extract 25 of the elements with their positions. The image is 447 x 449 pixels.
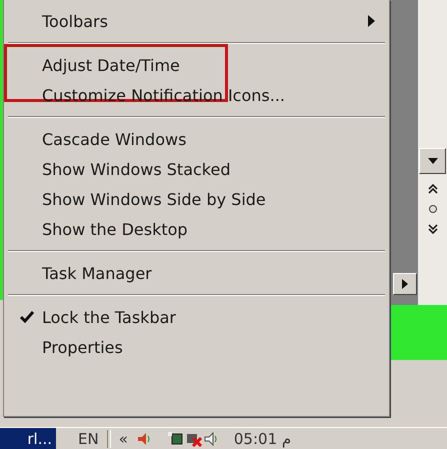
submenu-arrow-icon (368, 15, 375, 27)
menu-item[interactable]: Properties (6, 332, 387, 362)
scroll-down-icon[interactable] (428, 224, 438, 234)
menu-item[interactable]: Task Manager (6, 258, 387, 288)
tray-expand-button[interactable]: « (118, 430, 128, 448)
taskbar-button[interactable]: rl... (0, 428, 56, 449)
down-arrow-icon (428, 158, 438, 164)
clock[interactable]: 05:01 م (234, 430, 292, 448)
circle-icon[interactable] (428, 204, 438, 214)
menu-item[interactable]: Show Windows Side by Side (6, 184, 387, 214)
scroll-right-button[interactable] (393, 273, 417, 295)
menu-item[interactable]: Show the Desktop (6, 214, 387, 244)
dropdown-button[interactable] (419, 148, 446, 174)
right-arrow-icon (402, 279, 408, 289)
disconnected-network-icon[interactable] (186, 431, 202, 447)
menu-item[interactable]: Show Windows Stacked (6, 154, 387, 184)
scroll-up-icon[interactable] (428, 184, 438, 194)
menu-item[interactable]: Lock the Taskbar (6, 302, 387, 332)
menu-item[interactable]: Adjust Date/Time (6, 50, 387, 80)
language-indicator[interactable]: EN (78, 430, 99, 448)
window-panel (390, 305, 447, 360)
network-icon[interactable] (168, 431, 184, 447)
menu-item[interactable]: Toolbars (6, 6, 387, 36)
speaker-icon[interactable] (136, 431, 152, 447)
menu-item[interactable]: Cascade Windows (6, 124, 387, 154)
